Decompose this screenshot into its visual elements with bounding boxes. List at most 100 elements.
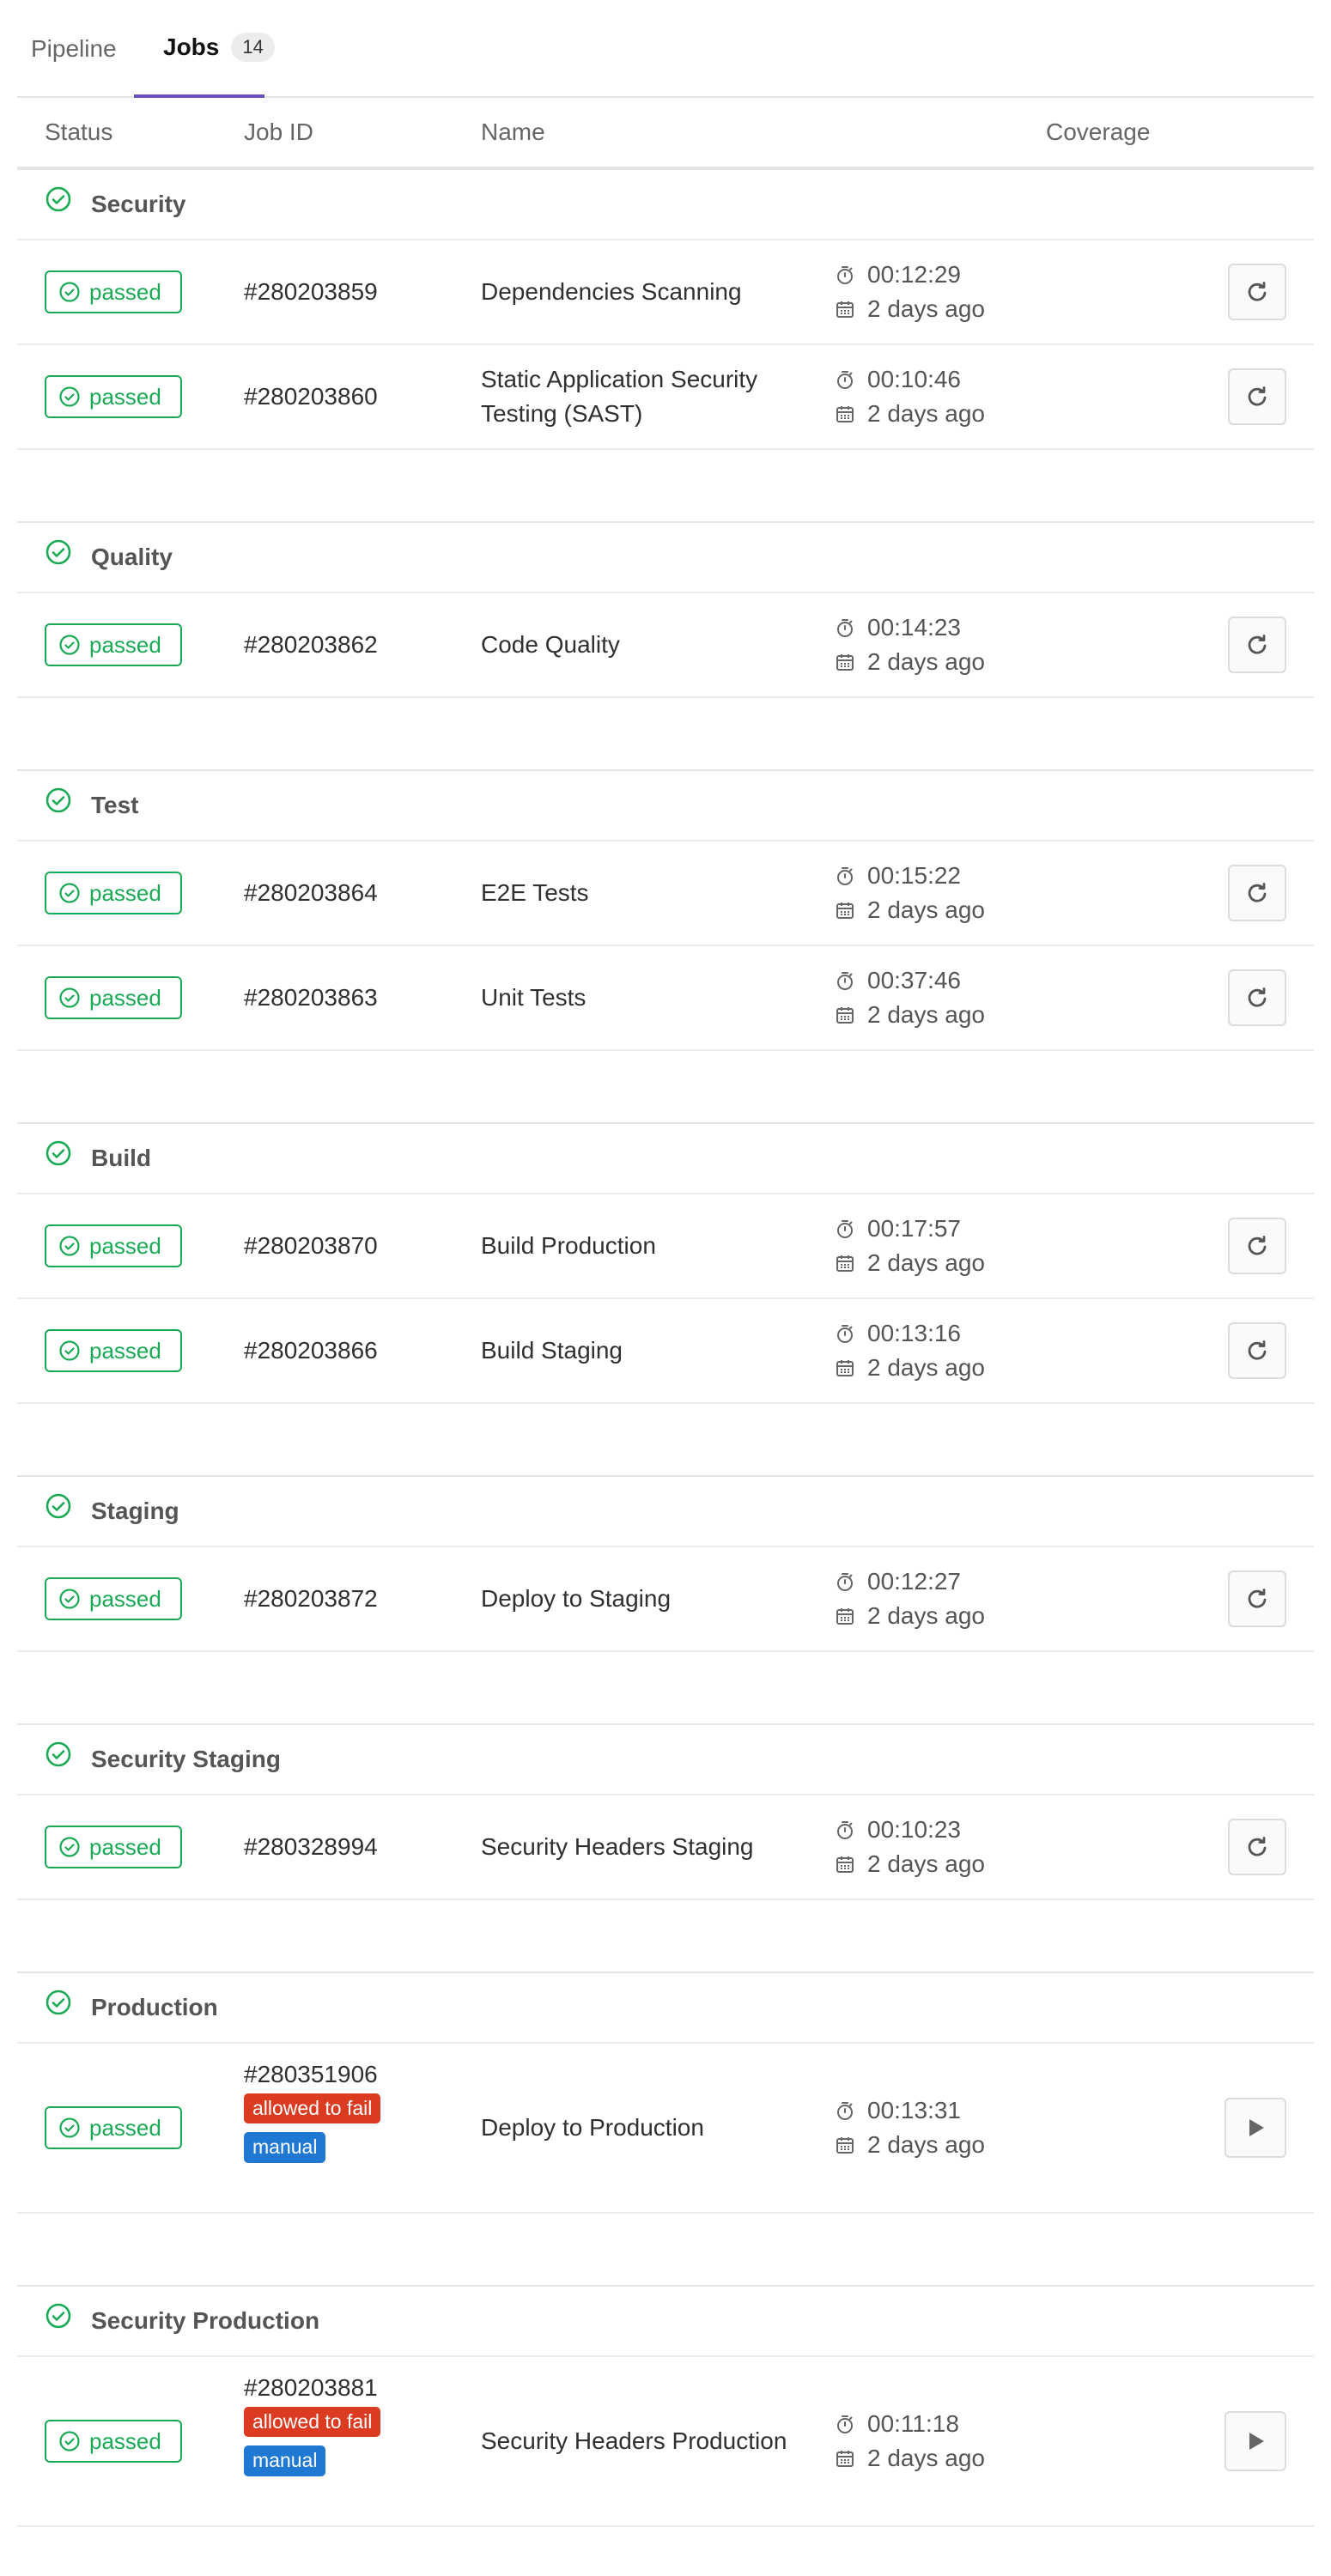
- job-duration: 00:15:22: [867, 862, 961, 889]
- stage-header: Build: [17, 1122, 1314, 1194]
- stage-staging: Staging passed #280203872 Deploy to Stag…: [17, 1475, 1314, 1652]
- status-badge-passed[interactable]: passed: [45, 872, 182, 914]
- status-badge-passed[interactable]: passed: [45, 375, 182, 418]
- status-label: passed: [89, 1833, 161, 1860]
- job-id-link[interactable]: #280203859: [244, 278, 378, 306]
- job-finished-time: 2 days ago: [867, 648, 985, 675]
- status-success-icon: [46, 539, 71, 565]
- job-id-link[interactable]: #280203864: [244, 879, 378, 907]
- status-success-icon: [59, 1837, 80, 1857]
- retry-icon: [1248, 1589, 1267, 1608]
- timer-icon: [837, 972, 853, 990]
- retry-button[interactable]: [1228, 617, 1286, 673]
- pipeline-tabs: Pipeline Jobs 14: [17, 0, 1314, 98]
- job-finished-time: 2 days ago: [867, 2131, 985, 2158]
- stage-name: Test: [91, 792, 139, 818]
- job-timing: 00:13:16 2 days ago: [835, 1316, 985, 1385]
- calendar-icon: [836, 406, 854, 422]
- timer-icon: [837, 1821, 853, 1839]
- manual-badge: manual: [244, 2445, 326, 2476]
- retry-icon: [1248, 635, 1267, 654]
- job-id-link[interactable]: #280203866: [244, 1337, 378, 1364]
- stage-name: Security: [91, 191, 186, 217]
- status-label: passed: [89, 1232, 161, 1259]
- status-success-icon: [59, 1340, 80, 1361]
- retry-button[interactable]: [1228, 1218, 1286, 1274]
- job-id-block: #280203881 allowed to fail manual: [244, 2374, 381, 2485]
- retry-button[interactable]: [1228, 1819, 1286, 1875]
- column-header-status: Status: [45, 118, 113, 145]
- job-name: Security Headers Production: [481, 2427, 787, 2454]
- job-finished-time: 2 days ago: [867, 1354, 985, 1381]
- job-id-link[interactable]: #280203862: [244, 631, 378, 659]
- status-badge-passed[interactable]: passed: [45, 1224, 182, 1267]
- jobs-page: Pipeline Jobs 14 Status Job ID Name Cove…: [0, 0, 1331, 2576]
- play-button[interactable]: [1225, 2411, 1286, 2471]
- stage-name: Production: [91, 1994, 218, 2020]
- job-id-link[interactable]: #280203872: [244, 1585, 378, 1613]
- retry-button[interactable]: [1228, 368, 1286, 425]
- job-duration: 00:37:46: [867, 967, 961, 993]
- column-header-name: Name: [481, 118, 545, 145]
- tab-jobs[interactable]: Jobs 14: [134, 0, 275, 98]
- status-success-icon: [46, 1493, 71, 1519]
- status-badge-passed[interactable]: passed: [45, 2420, 182, 2463]
- job-timing: 00:15:22 2 days ago: [835, 859, 985, 927]
- status-success-icon: [46, 1140, 71, 1166]
- column-header-job-id: Job ID: [244, 118, 313, 145]
- retry-button[interactable]: [1228, 1571, 1286, 1627]
- job-name: Build Staging: [481, 1337, 623, 1364]
- job-name: Code Quality: [481, 631, 620, 658]
- job-id-link[interactable]: #280351906: [244, 2061, 380, 2088]
- manual-badge: manual: [244, 2132, 326, 2163]
- status-badge-passed[interactable]: passed: [45, 1329, 182, 1372]
- play-button[interactable]: [1225, 2098, 1286, 2158]
- timer-icon: [837, 1220, 853, 1238]
- status-success-icon: [59, 386, 80, 407]
- status-badge-passed[interactable]: passed: [45, 623, 182, 666]
- timer-icon: [837, 2102, 853, 2120]
- job-timing: 00:17:57 2 days ago: [835, 1212, 985, 1280]
- retry-button[interactable]: [1228, 264, 1286, 320]
- status-badge-passed[interactable]: passed: [45, 2106, 182, 2149]
- job-name: Static Application Security Testing (SAS…: [481, 366, 758, 427]
- status-badge-passed[interactable]: passed: [45, 976, 182, 1019]
- job-duration: 00:13:31: [867, 2097, 961, 2123]
- job-row: passed #280203859 Dependencies Scanning …: [17, 240, 1314, 345]
- calendar-icon: [836, 654, 854, 671]
- job-id-link[interactable]: #280328994: [244, 1833, 378, 1861]
- status-badge-passed[interactable]: passed: [45, 1826, 182, 1868]
- job-duration: 00:12:27: [867, 1568, 961, 1595]
- timer-icon: [837, 2415, 853, 2433]
- retry-button[interactable]: [1228, 1322, 1286, 1379]
- play-icon: [1249, 2433, 1264, 2450]
- status-success-icon: [46, 787, 71, 813]
- retry-button[interactable]: [1228, 865, 1286, 921]
- job-id-link[interactable]: #280203881: [244, 2374, 380, 2402]
- stage-header: Production: [17, 1971, 1314, 2044]
- job-name: Deploy to Staging: [481, 1585, 672, 1612]
- retry-icon: [1248, 386, 1267, 406]
- status-success-icon: [46, 2303, 71, 2329]
- status-badge-passed[interactable]: passed: [45, 1577, 182, 1620]
- stage-header: Staging: [17, 1475, 1314, 1547]
- calendar-icon: [836, 301, 854, 318]
- tab-jobs-label: Jobs: [163, 33, 220, 60]
- stage-name: Security Production: [91, 2307, 320, 2334]
- status-badge-passed[interactable]: passed: [45, 270, 182, 313]
- job-duration: 00:10:46: [867, 366, 961, 392]
- job-id-link[interactable]: #280203870: [244, 1232, 378, 1260]
- job-id-link[interactable]: #280203863: [244, 984, 378, 1012]
- job-timing: 00:11:18 2 days ago: [835, 2407, 985, 2476]
- job-id-link[interactable]: #280203860: [244, 383, 378, 410]
- job-row: passed #280203862 Code Quality 00:14:23 …: [17, 593, 1314, 698]
- retry-icon: [1248, 883, 1267, 902]
- job-id-block: #280351906 allowed to fail manual: [244, 2061, 381, 2172]
- job-duration: 00:14:23: [867, 614, 961, 641]
- calendar-icon: [836, 1856, 854, 1873]
- job-finished-time: 2 days ago: [867, 295, 985, 322]
- tab-pipeline[interactable]: Pipeline: [31, 0, 117, 98]
- retry-button[interactable]: [1228, 969, 1286, 1026]
- jobs-count-badge: 14: [231, 33, 275, 62]
- calendar-icon: [836, 1608, 854, 1625]
